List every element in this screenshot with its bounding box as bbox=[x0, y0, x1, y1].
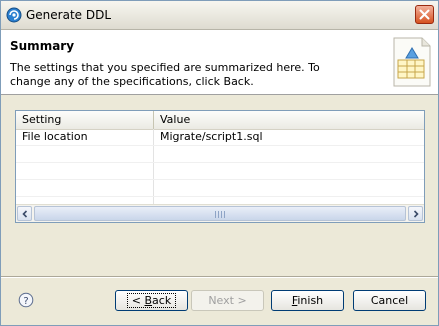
chevron-left-icon bbox=[22, 210, 28, 218]
button-bar-separator bbox=[1, 276, 438, 278]
setting-cell: File location bbox=[16, 129, 154, 145]
table-row[interactable]: File location Migrate/script1.sql bbox=[16, 129, 424, 146]
help-icon[interactable]: ? bbox=[18, 292, 34, 308]
page-description: The settings that you specified are summ… bbox=[10, 61, 320, 88]
back-mnemonic: B bbox=[144, 294, 153, 307]
page-title: Summary bbox=[10, 39, 75, 53]
next-button[interactable]: Next > bbox=[191, 290, 264, 311]
grip-icon bbox=[215, 211, 225, 218]
horizontal-scrollbar[interactable] bbox=[16, 204, 424, 222]
app-icon bbox=[6, 7, 22, 23]
title-bar[interactable]: Generate DDL bbox=[1, 1, 438, 30]
window-title: Generate DDL bbox=[26, 8, 112, 22]
table-row bbox=[16, 163, 424, 180]
dialog-window: Generate DDL Summary The settings that y… bbox=[0, 0, 439, 326]
svg-text:?: ? bbox=[23, 296, 28, 307]
column-header-value[interactable]: Value bbox=[154, 111, 424, 129]
finish-rest: inish bbox=[297, 294, 324, 307]
setting-cell bbox=[16, 163, 154, 179]
table-row bbox=[16, 180, 424, 197]
setting-cell bbox=[16, 146, 154, 162]
scroll-right-button[interactable] bbox=[408, 206, 423, 221]
value-cell bbox=[154, 180, 424, 196]
summary-table[interactable]: Setting Value File location Migrate/scri… bbox=[15, 110, 425, 223]
scroll-thumb[interactable] bbox=[34, 206, 406, 221]
back-prefix: < bbox=[131, 294, 145, 307]
close-icon bbox=[419, 9, 430, 20]
table-header: Setting Value bbox=[16, 111, 424, 130]
value-cell bbox=[154, 163, 424, 179]
back-rest: ack bbox=[152, 294, 172, 307]
table-row bbox=[16, 146, 424, 163]
table-wizard-icon bbox=[393, 37, 431, 87]
cancel-button[interactable]: Cancel bbox=[353, 290, 426, 311]
table-body: File location Migrate/script1.sql bbox=[16, 129, 424, 205]
back-button[interactable]: < Back bbox=[115, 290, 188, 311]
setting-cell bbox=[16, 180, 154, 196]
close-button[interactable] bbox=[415, 5, 434, 24]
finish-button[interactable]: Finish bbox=[271, 290, 344, 311]
scroll-left-button[interactable] bbox=[17, 206, 32, 221]
back-button-label: < Back bbox=[126, 293, 177, 308]
column-header-setting[interactable]: Setting bbox=[16, 111, 154, 129]
value-cell bbox=[154, 146, 424, 162]
value-cell: Migrate/script1.sql bbox=[160, 130, 263, 143]
chevron-right-icon bbox=[413, 210, 419, 218]
summary-banner: Summary The settings that you specified … bbox=[1, 30, 438, 95]
